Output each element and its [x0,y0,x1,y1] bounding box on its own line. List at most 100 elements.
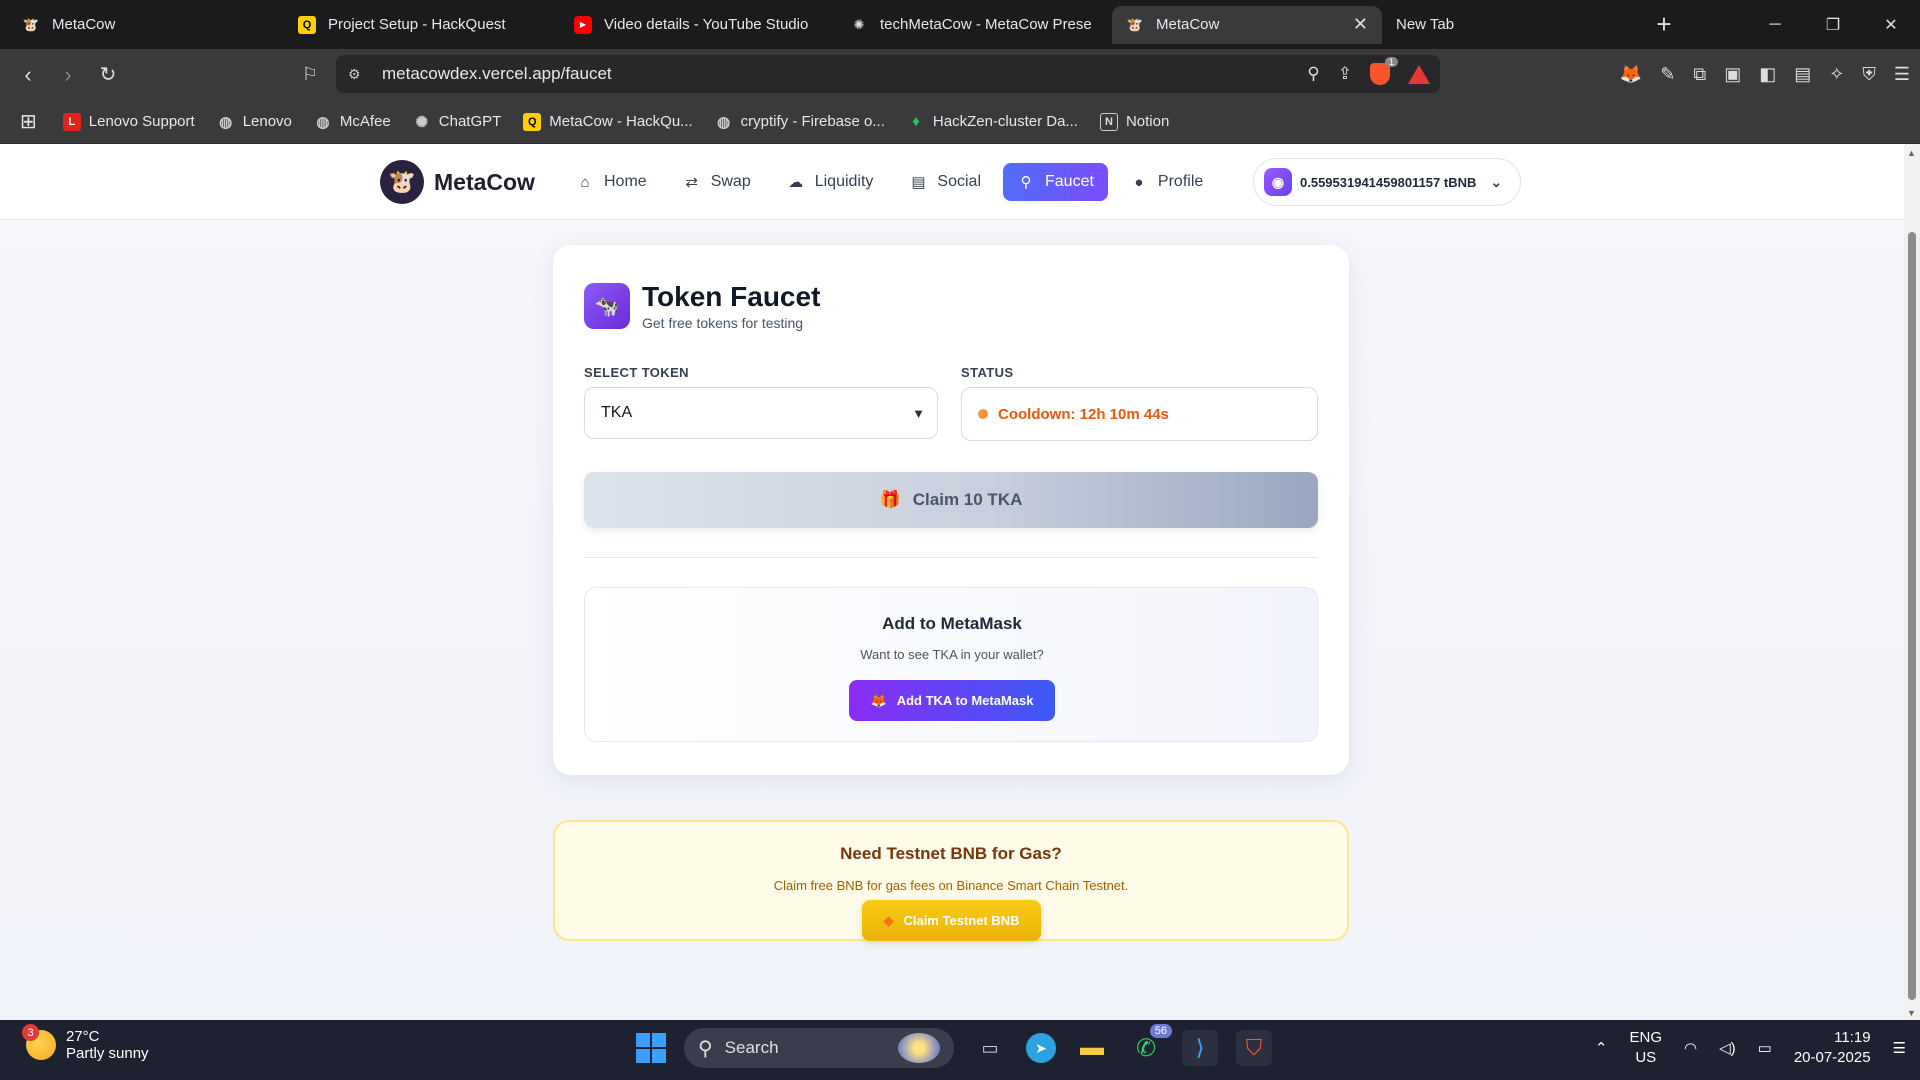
browser-tab[interactable]: ▶ Video details - YouTube Studio [560,6,836,44]
apps-grid-icon[interactable]: ⊞ [20,109,37,134]
battery-icon[interactable]: ▭ [1758,1039,1772,1057]
nav-swap[interactable]: ⇄ Swap [669,163,765,201]
browser-tab[interactable]: 🐮 MetaCow [8,6,284,44]
close-window-icon[interactable]: ✕ [1862,0,1920,49]
clock-time: 11:19 [1834,1029,1871,1046]
droplet-icon: ☁ [788,174,804,191]
page-scrollbar[interactable]: ▲ ▼ [1904,144,1920,1020]
scroll-down-arrow-icon[interactable]: ▼ [1907,1008,1916,1018]
scrollbar-thumb[interactable] [1908,232,1916,1000]
map-pin-icon: ⚲ [1020,174,1032,191]
vpn-shield-icon[interactable]: ⛨ [1862,64,1876,85]
claim-button-label: Claim 10 TKA [912,490,1023,509]
add-to-metamask-button[interactable]: 🦊 Add TKA to MetaMask [849,680,1055,721]
file-explorer-icon[interactable]: ▬ [1074,1030,1110,1066]
add-to-metamask-panel: Add to MetaMask Want to see TKA in your … [584,587,1318,742]
wallet-icon[interactable]: ▤ [1794,64,1811,85]
temperature: 27°C [66,1028,100,1045]
eyedropper-icon[interactable]: ✎ [1660,64,1675,85]
metamask-extension-icon[interactable]: 🦊 [1620,64,1642,85]
browser-tab[interactable]: New Tab [1382,6,1632,44]
zoom-search-icon[interactable]: ⚲ [1307,64,1319,84]
chevron-up-icon[interactable]: ⌃ [1595,1039,1608,1057]
claim-testnet-bnb-button[interactable]: ◆ Claim Testnet BNB [862,900,1041,941]
token-select[interactable]: TKA ▼ [584,387,938,439]
share-icon[interactable]: ⇪ [1338,64,1352,84]
claim-tokens-button[interactable]: 🎁 Claim 10 TKA [584,472,1318,528]
screenshot-icon[interactable]: ▣ [1724,64,1741,85]
task-view-icon[interactable]: ▭ [972,1030,1008,1066]
address-bar[interactable]: ⚙ metacowdex.vercel.app/faucet ⚲ ⇪ 1 [336,55,1440,93]
vscode-icon[interactable]: ⟩ [1182,1030,1218,1066]
close-tab-icon[interactable]: ✕ [1353,14,1368,35]
language-indicator[interactable]: ENG US [1629,1028,1662,1068]
brave-shields-badge: 1 [1384,57,1398,67]
bookmark-lenovo-support[interactable]: L Lenovo Support [62,112,195,131]
clock[interactable]: 11:19 20-07-2025 [1794,1028,1871,1068]
card-subtitle: Get free tokens for testing [642,315,804,331]
minimize-icon[interactable]: ─ [1746,0,1804,49]
bookmarks-bar: ⊞ L Lenovo Support ◍ Lenovo ◍ McAfee ✺ C… [0,100,1920,144]
bookmark-label: McAfee [339,113,391,130]
bookmark-metacow-hackquest[interactable]: Q MetaCow - HackQu... [523,112,693,131]
bookmark-mcafee[interactable]: ◍ McAfee [314,113,391,131]
new-tab-plus-icon[interactable]: + [1644,9,1684,40]
brave-shields-icon[interactable]: 1 [1370,57,1398,85]
notifications-icon[interactable]: ☰ [1893,1039,1906,1057]
main-nav: ⌂ Home ⇄ Swap ☁ Liquidity ▤ Social ⚲ Fau… [562,163,1217,201]
forward-arrow-icon[interactable]: › [50,57,86,93]
whatsapp-icon[interactable]: ✆ 56 [1128,1024,1172,1066]
nav-home[interactable]: ⌂ Home [562,163,661,201]
brave-rewards-icon[interactable] [1408,64,1430,84]
leo-ai-icon[interactable]: ✧ [1829,64,1844,85]
nav-liquidity[interactable]: ☁ Liquidity [773,163,888,201]
bnb-card-subtitle: Claim free BNB for gas fees on Binance S… [773,878,1129,893]
bookmark-notion[interactable]: N Notion [1099,112,1169,131]
url-text[interactable]: metacowdex.vercel.app/faucet [382,64,612,84]
app-logo[interactable]: 🐮 MetaCow [380,160,535,204]
sidebar-toggle-icon[interactable]: ◧ [1759,64,1776,85]
brave-browser-icon[interactable]: ⛉ [1236,1030,1272,1066]
bookmark-hackzen[interactable]: ♦ HackZen-cluster Da... [907,113,1078,131]
restore-icon[interactable]: ❐ [1804,0,1862,49]
browser-tab[interactable]: ✺ techMetaCow - MetaCow Prese [836,6,1112,44]
back-arrow-icon[interactable]: ‹ [10,57,46,93]
gift-icon: 🎁 [879,490,901,509]
menu-hamburger-icon[interactable]: ☰ [1894,64,1910,85]
browser-toolbar: ‹ › ↻ ⚐ ⚙ metacowdex.vercel.app/faucet ⚲… [0,49,1920,100]
nav-profile[interactable]: ● Profile [1116,163,1217,201]
card-title: Token Faucet [642,281,821,312]
nav-social[interactable]: ▤ Social [895,163,995,201]
wallet-balance-button[interactable]: ◉ 0.559531941459801157 tBNB ⌄ [1253,158,1521,206]
card-header: 🐄 Token Faucet Get free tokens for testi… [584,281,820,331]
testnet-bnb-card: Need Testnet BNB for Gas? Claim free BNB… [553,820,1349,941]
hackquest-icon: Q [523,112,542,131]
wifi-icon[interactable]: ◠ [1684,1039,1697,1057]
browser-tab[interactable]: Q Project Setup - HackQuest [284,6,560,44]
windows-start-icon[interactable] [636,1033,666,1063]
browser-tab-active[interactable]: 🐮 MetaCow ✕ [1112,5,1382,44]
bookmark-icon[interactable]: ⚐ [292,57,328,93]
search-icon: ⚲ [698,1037,713,1060]
chevron-down-icon: ⌄ [1490,173,1503,190]
weather-widget[interactable]: 3 27°C Partly sunny [22,1024,149,1062]
bookmark-lenovo[interactable]: ◍ Lenovo [217,113,292,131]
chat-icon: ▤ [911,174,926,191]
extensions-puzzle-icon[interactable]: ⧉ [1693,64,1706,85]
bookmark-chatgpt[interactable]: ✺ ChatGPT [413,113,501,131]
scroll-up-arrow-icon[interactable]: ▲ [1907,148,1916,158]
nav-faucet[interactable]: ⚲ Faucet [1003,163,1108,201]
volume-icon[interactable]: ◁) [1719,1039,1736,1057]
nav-label: Profile [1157,173,1204,190]
status-display: Cooldown: 12h 10m 44s [961,387,1318,441]
metacow-favicon-icon: 🐮 [22,16,40,32]
bookmark-cryptify[interactable]: ◍ cryptify - Firebase o... [715,113,885,131]
user-icon: ● [1134,173,1144,191]
lenovo-l-icon: L [62,112,81,131]
site-settings-icon[interactable]: ⚙ [348,66,361,83]
chatgpt-icon: ✺ [415,113,429,131]
reload-icon[interactable]: ↻ [90,57,126,93]
telegram-icon[interactable]: ➤ [1026,1033,1056,1063]
region-code: US [1635,1049,1657,1066]
taskbar-search[interactable]: ⚲ Search [684,1028,954,1068]
